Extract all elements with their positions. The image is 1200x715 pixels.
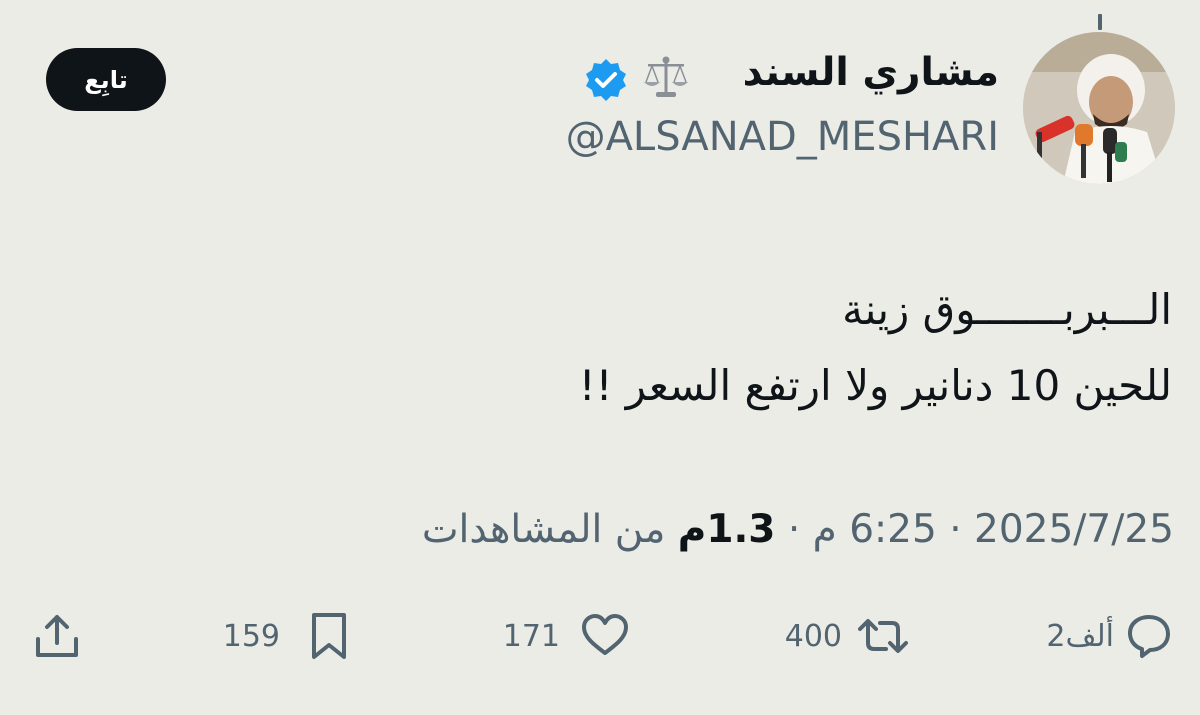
tweet-date[interactable]: 2025/7/25	[974, 507, 1174, 552]
tweet-text-line-1: الـــبربـــــــوق زينة	[842, 285, 1172, 334]
views-count: 1.3م	[677, 507, 776, 552]
verified-badge-icon[interactable]	[583, 57, 629, 103]
meta-separator: ·	[787, 507, 801, 552]
reply-count: 2ألف	[1046, 618, 1114, 654]
views-label: من المشاهدات	[421, 507, 666, 552]
share-icon	[36, 615, 78, 657]
share-button[interactable]	[30, 606, 84, 666]
display-name[interactable]: مشاري السند	[743, 50, 999, 95]
tweet-time[interactable]: 6:25 م	[813, 507, 937, 552]
tweet-text-line-2: للحين 10 دنانير ولا ارتفع السعر !!	[578, 361, 1172, 410]
reply-button[interactable]: 2ألف	[1046, 606, 1176, 666]
like-button[interactable]: 171	[503, 606, 632, 666]
bookmark-icon	[312, 613, 346, 659]
bookmark-button[interactable]: 159	[223, 606, 356, 666]
like-count: 171	[502, 618, 560, 654]
balance-scale-icon	[644, 56, 688, 97]
more-icon[interactable]	[1093, 14, 1107, 30]
reply-icon	[1128, 615, 1170, 658]
follow-button[interactable]: تابِع	[46, 48, 166, 111]
bookmark-count: 159	[222, 618, 280, 654]
repost-icon	[858, 619, 908, 653]
repost-count: 400	[784, 618, 842, 654]
heart-icon	[582, 614, 628, 655]
user-handle[interactable]: @ALSANAD_MESHARI	[566, 114, 999, 160]
avatar[interactable]	[1023, 32, 1175, 184]
tweet-meta: 2025/7/25 · 6:25 م · 1.3م من المشاهدات	[422, 500, 1174, 560]
meta-separator: ·	[949, 507, 962, 552]
repost-button[interactable]: 400	[785, 606, 910, 666]
